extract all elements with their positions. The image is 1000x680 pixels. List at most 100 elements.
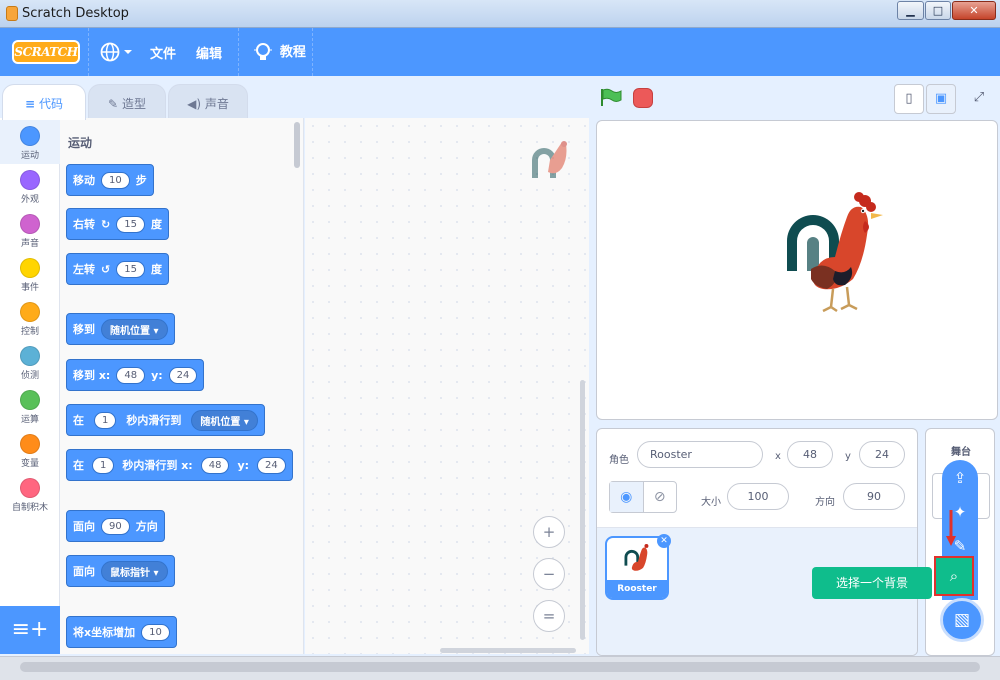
block-point-towards[interactable]: 面向 鼠标指针 ▾ bbox=[66, 555, 175, 587]
maximize-button[interactable]: □ bbox=[925, 1, 951, 20]
upload-backdrop-button[interactable]: ⇪ bbox=[942, 462, 978, 494]
block-text: 右转 bbox=[73, 218, 95, 231]
category-events[interactable]: 事件 bbox=[0, 252, 60, 296]
tutorials-menu[interactable]: 教程 bbox=[254, 41, 306, 64]
file-menu[interactable]: 文件 bbox=[150, 43, 176, 62]
menu-divider bbox=[88, 28, 89, 76]
category-dot bbox=[20, 170, 40, 190]
category-control[interactable]: 控制 bbox=[0, 296, 60, 340]
dropdown-value: 鼠标指针 bbox=[110, 567, 150, 579]
tutorials-label: 教程 bbox=[279, 45, 306, 60]
block-input[interactable]: 15 bbox=[116, 260, 145, 278]
eye-off-icon: ⊘ bbox=[653, 489, 666, 505]
workspace-horizontal-scrollbar[interactable] bbox=[440, 648, 576, 653]
block-point-direction[interactable]: 面向 90 方向 bbox=[66, 510, 165, 542]
block-input[interactable]: 10 bbox=[141, 623, 170, 641]
tab-sounds[interactable]: ◀) 声音 bbox=[168, 84, 248, 118]
block-turn-left[interactable]: 左转 ↺ 15 度 bbox=[66, 253, 169, 285]
block-text: y: bbox=[237, 458, 250, 472]
block-input[interactable]: 48 bbox=[116, 366, 146, 384]
category-dot bbox=[20, 390, 40, 410]
category-sound[interactable]: 声音 bbox=[0, 208, 60, 252]
block-text: 步 bbox=[135, 174, 147, 187]
block-input[interactable]: 1 bbox=[94, 411, 117, 429]
large-stage-button[interactable]: ▣ bbox=[926, 84, 956, 114]
small-stage-button[interactable]: ▯ bbox=[894, 84, 924, 114]
y-position-input[interactable]: 24 bbox=[859, 441, 905, 468]
close-button[interactable]: ✕ bbox=[952, 1, 996, 20]
block-text: 在 bbox=[73, 414, 84, 427]
add-extension-button[interactable]: ≡+ bbox=[0, 606, 60, 654]
minimize-button[interactable]: ▁ bbox=[897, 1, 924, 20]
category-dot bbox=[20, 258, 40, 278]
block-text: 移到 bbox=[73, 323, 95, 336]
block-input[interactable]: 1 bbox=[92, 456, 115, 474]
hide-sprite-button[interactable]: ⊘ bbox=[642, 482, 677, 512]
green-flag-icon[interactable] bbox=[600, 88, 622, 106]
zoom-reset-button[interactable]: = bbox=[533, 600, 565, 632]
show-sprite-button[interactable]: ◉ bbox=[610, 482, 643, 512]
block-input[interactable]: 24 bbox=[257, 456, 286, 474]
red-arrow-annotation bbox=[946, 510, 956, 546]
category-label: 事件 bbox=[20, 283, 39, 293]
language-menu[interactable] bbox=[100, 41, 134, 66]
category-operators[interactable]: 运算 bbox=[0, 384, 60, 428]
menu-divider bbox=[238, 28, 239, 76]
category-my-blocks[interactable]: 自制积木 bbox=[0, 472, 60, 516]
zoom-in-button[interactable]: + bbox=[533, 516, 565, 548]
block-input[interactable]: 10 bbox=[101, 171, 130, 189]
category-label: 声音 bbox=[20, 239, 39, 249]
block-glide-xy[interactable]: 在 1 秒内滑行到 x: 48 y: 24 bbox=[66, 449, 293, 481]
stop-button[interactable] bbox=[633, 88, 653, 108]
block-dropdown[interactable]: 随机位置 ▾ bbox=[191, 409, 258, 431]
palette-scrollbar[interactable] bbox=[294, 122, 300, 168]
size-label: 大小 bbox=[701, 497, 721, 508]
size-input[interactable]: 100 bbox=[727, 483, 789, 510]
category-variables[interactable]: 变量 bbox=[0, 428, 60, 472]
block-change-x[interactable]: 将x坐标增加 10 bbox=[66, 616, 177, 648]
block-input[interactable]: 24 bbox=[168, 366, 198, 384]
delete-sprite-icon[interactable]: ✕ bbox=[657, 534, 671, 548]
tab-code-label: 代码 bbox=[38, 97, 63, 111]
category-sensing[interactable]: 侦测 bbox=[0, 340, 60, 384]
block-text: y: bbox=[151, 368, 163, 382]
direction-input[interactable]: 90 bbox=[843, 483, 905, 510]
block-dropdown[interactable]: 随机位置 ▾ bbox=[101, 318, 168, 340]
small-stage-icon: ▯ bbox=[905, 91, 913, 106]
block-input[interactable]: 48 bbox=[200, 456, 230, 474]
sprite-name-input[interactable]: Rooster bbox=[637, 441, 763, 468]
zoom-out-button[interactable]: − bbox=[533, 558, 565, 590]
tab-costumes[interactable]: ✎ 造型 bbox=[88, 84, 166, 118]
category-looks[interactable]: 外观 bbox=[0, 164, 60, 208]
scratch-logo[interactable]: SCRATCH bbox=[12, 40, 80, 64]
block-input[interactable]: 15 bbox=[116, 215, 145, 233]
globe-icon bbox=[100, 42, 132, 62]
choose-backdrop-button[interactable]: ▧ bbox=[940, 598, 984, 642]
block-move-steps[interactable]: 移动 10 步 bbox=[66, 164, 154, 196]
block-text: 面向 bbox=[73, 565, 95, 578]
block-input[interactable]: 90 bbox=[101, 517, 130, 535]
category-label: 运动 bbox=[20, 151, 39, 161]
sprite-card-rooster[interactable]: Rooster ✕ bbox=[605, 534, 671, 600]
choose-backdrop-search-button[interactable]: ⌕ bbox=[934, 556, 974, 596]
block-goto[interactable]: 移到 随机位置 ▾ bbox=[66, 313, 175, 345]
category-label: 自制积木 bbox=[11, 503, 48, 513]
x-position-input[interactable]: 48 bbox=[787, 441, 833, 468]
block-turn-right[interactable]: 右转 ↻ 15 度 bbox=[66, 208, 169, 240]
stage-canvas[interactable] bbox=[596, 120, 998, 420]
sprite-thumbnail-watermark bbox=[528, 138, 570, 183]
tab-code[interactable]: ≡ 代码 bbox=[2, 84, 86, 120]
category-motion[interactable]: 运动 bbox=[0, 120, 60, 164]
edit-menu[interactable]: 编辑 bbox=[196, 43, 222, 62]
fullscreen-button[interactable]: ⤢ bbox=[964, 84, 994, 114]
window-horizontal-scrollbar[interactable] bbox=[0, 656, 1000, 680]
workspace-vertical-scrollbar[interactable] bbox=[580, 380, 585, 640]
block-glide[interactable]: 在 1 秒内滑行到 随机位置 ▾ bbox=[66, 404, 265, 436]
block-dropdown[interactable]: 鼠标指针 ▾ bbox=[101, 560, 168, 582]
choose-backdrop-tooltip: 选择一个背景 bbox=[812, 567, 932, 599]
sprite-card-name: Rooster bbox=[607, 580, 667, 598]
zoom-in-icon: + bbox=[542, 523, 556, 541]
block-goto-xy[interactable]: 移到 x: 48 y: 24 bbox=[66, 359, 205, 391]
scrollbar-thumb[interactable] bbox=[20, 662, 980, 672]
dropdown-value: 随机位置 bbox=[200, 416, 241, 428]
